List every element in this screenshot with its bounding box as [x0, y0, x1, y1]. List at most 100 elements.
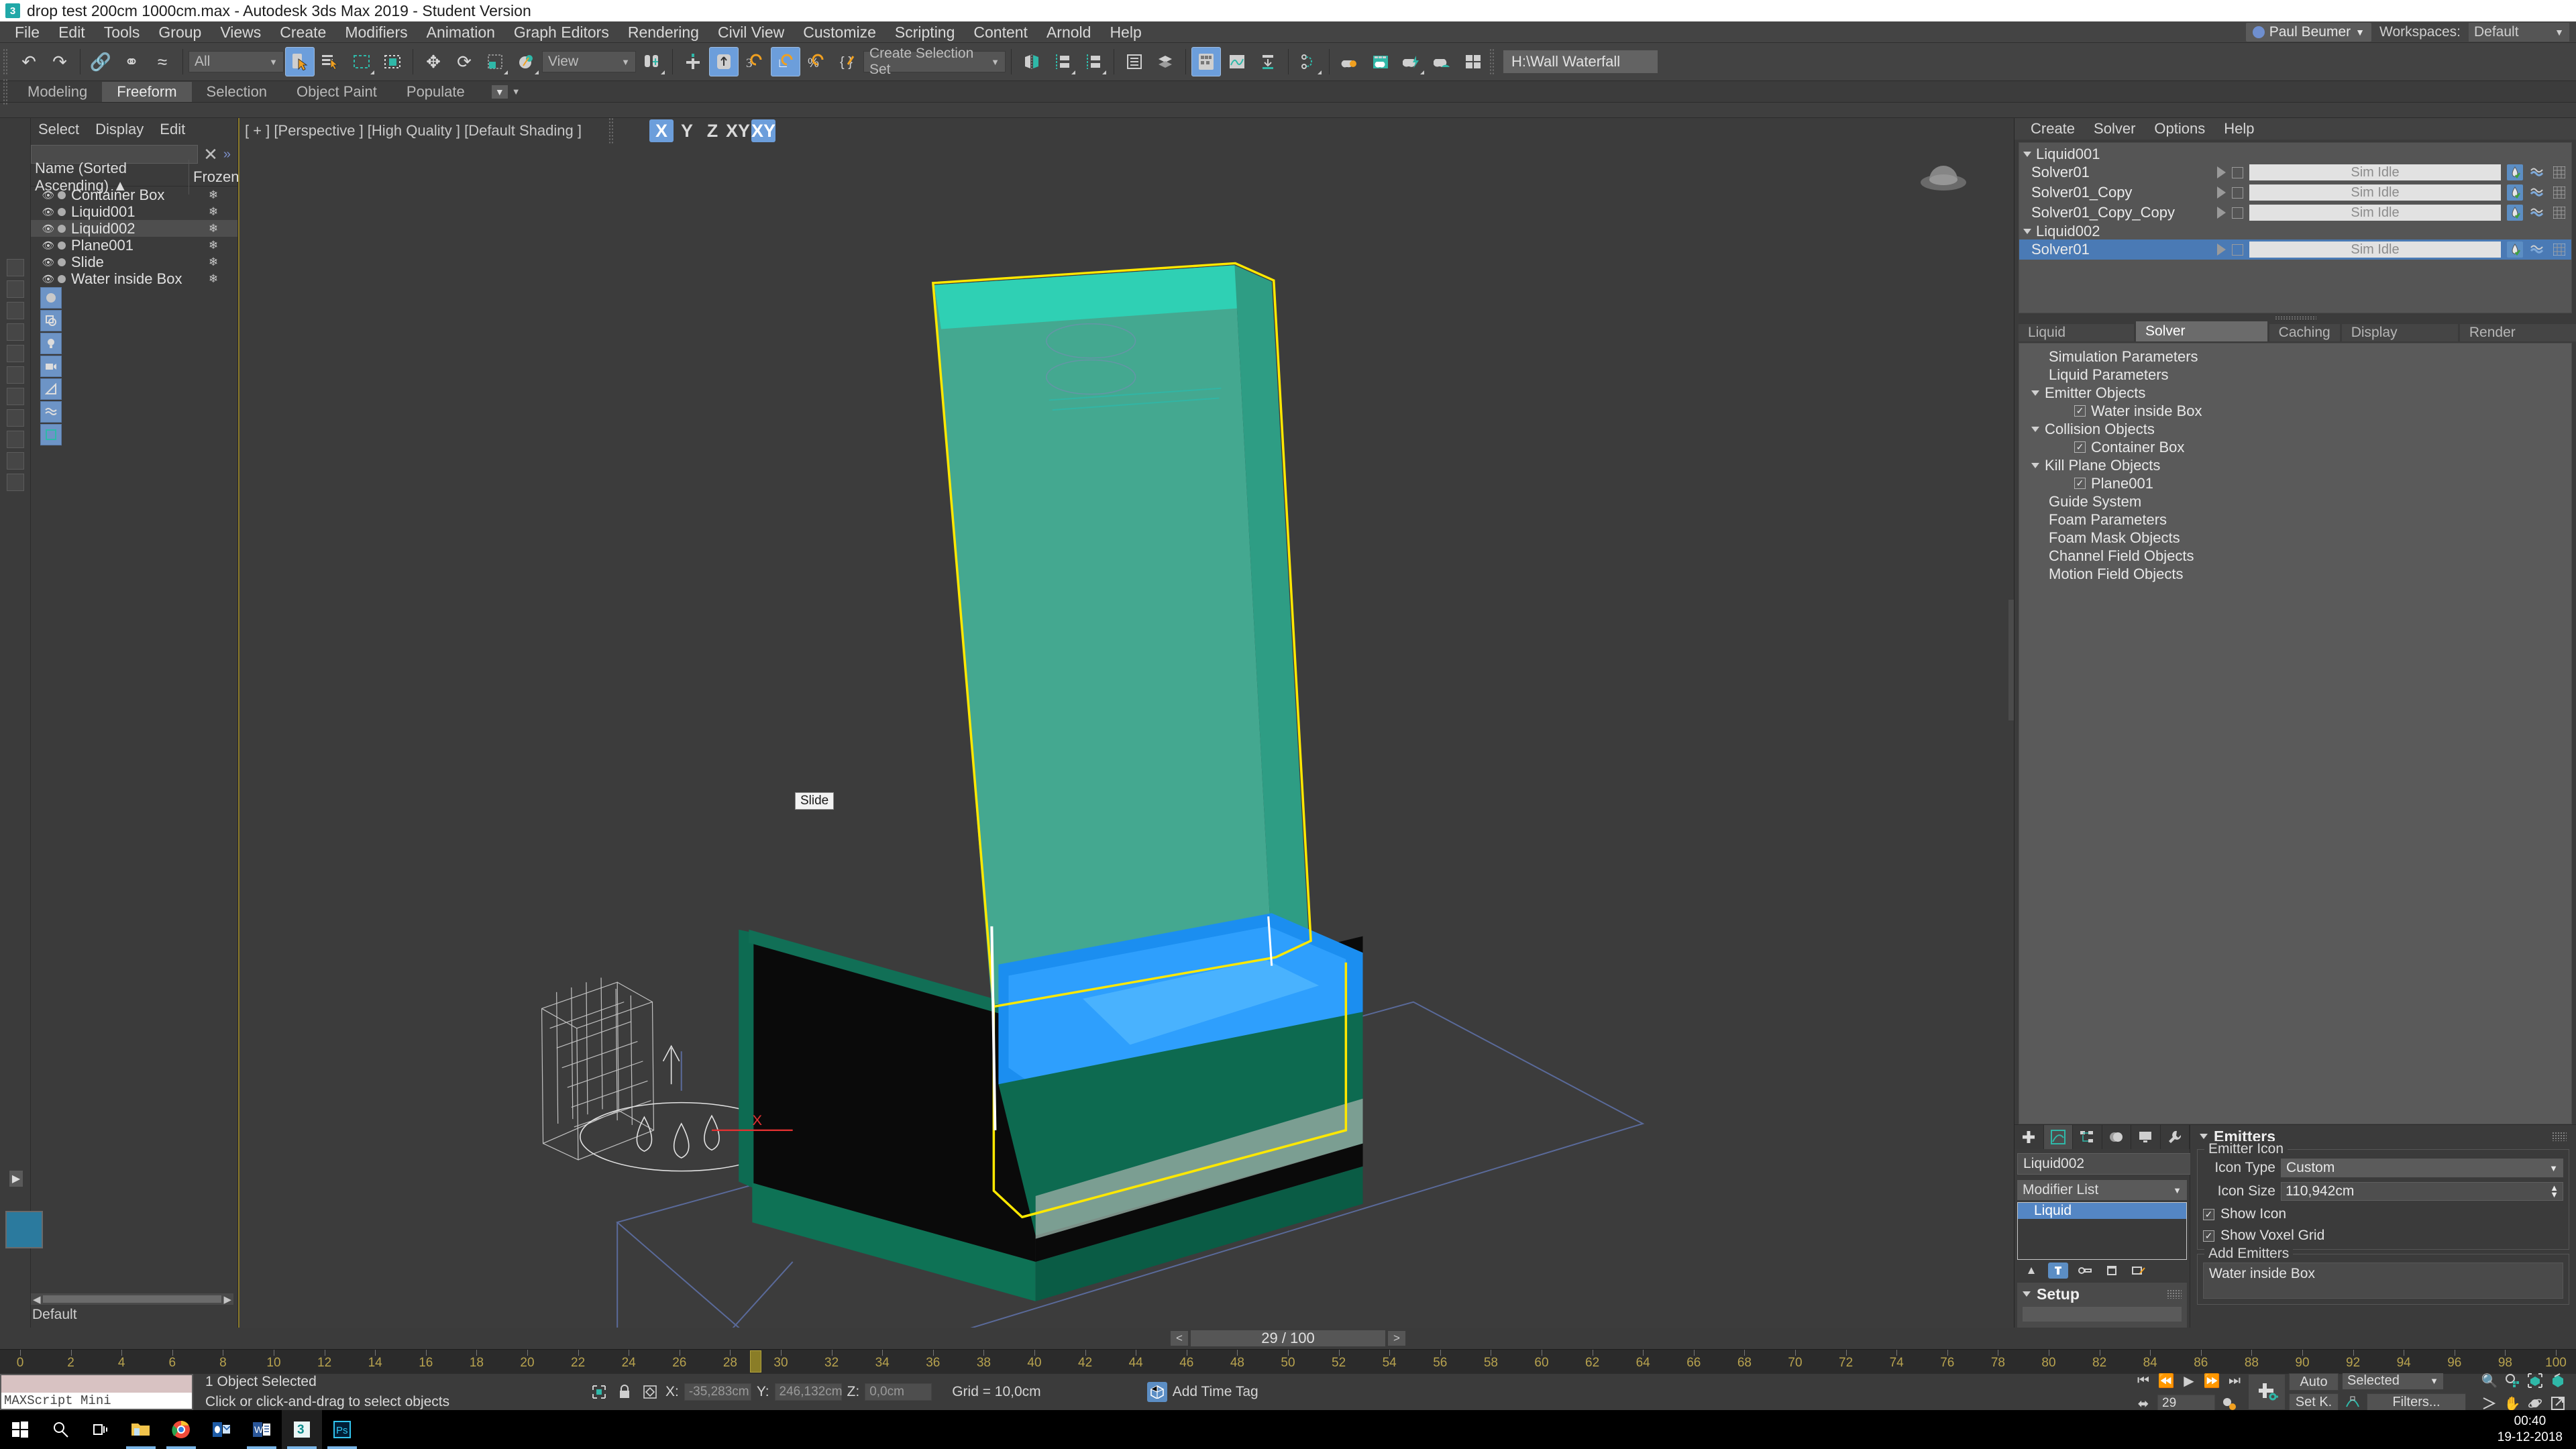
- render-frame-window-icon[interactable]: [1458, 47, 1488, 76]
- panel-splitter[interactable]: [2015, 313, 2576, 321]
- rail-icon-4[interactable]: [6, 323, 24, 341]
- 3dsmax-icon[interactable]: 3: [282, 1410, 322, 1449]
- solver-checkbox[interactable]: [2232, 166, 2243, 178]
- add-time-tag-label[interactable]: Add Time Tag: [1173, 1384, 1258, 1400]
- menu-views[interactable]: Views: [211, 21, 270, 43]
- frame-readout[interactable]: 29 / 100: [1191, 1330, 1385, 1346]
- rollout-grip-icon[interactable]: [2167, 1289, 2182, 1299]
- zoom-extents-all-icon[interactable]: [2548, 1371, 2568, 1391]
- absolute-relative-transform-icon[interactable]: [640, 1382, 660, 1402]
- redo-icon[interactable]: ↷: [45, 47, 74, 76]
- phoenix-menu-options[interactable]: Options: [2145, 118, 2214, 140]
- list-item[interactable]: 👁 Liquid002 ❄: [31, 220, 237, 237]
- search-icon[interactable]: [40, 1410, 80, 1449]
- render-toggle-icon[interactable]: [58, 274, 66, 283]
- tree-item-guide-system[interactable]: Guide System: [2019, 492, 2571, 511]
- list-item[interactable]: 👁 Liquid001 ❄: [31, 203, 237, 220]
- render-in-cloud-icon[interactable]: [1428, 47, 1457, 76]
- icon-type-select[interactable]: Custom ▼: [2281, 1159, 2563, 1177]
- maxscript-input-area[interactable]: MAXScript Mini: [1, 1393, 192, 1409]
- tree-item-container-box[interactable]: ✓ Container Box: [2019, 438, 2571, 456]
- menu-content[interactable]: Content: [964, 21, 1037, 43]
- tree-item-plane001[interactable]: ✓ Plane001: [2019, 474, 2571, 492]
- render-toggle-icon[interactable]: [58, 191, 66, 199]
- filter-geometry-icon[interactable]: [40, 287, 62, 309]
- eye-icon[interactable]: 👁: [42, 206, 55, 218]
- render-iterative-icon[interactable]: [1397, 47, 1426, 76]
- show-end-result-icon[interactable]: [2048, 1263, 2068, 1279]
- menu-edit[interactable]: Edit: [49, 21, 95, 43]
- filter-shapes-icon[interactable]: [40, 310, 62, 331]
- render-production-icon[interactable]: [1366, 47, 1395, 76]
- rail-icon-5[interactable]: [6, 345, 24, 362]
- snowflake-icon[interactable]: ❄: [189, 256, 237, 269]
- maxscript-output-area[interactable]: [1, 1375, 192, 1393]
- menu-scripting[interactable]: Scripting: [885, 21, 964, 43]
- use-pivot-point-center-icon[interactable]: [637, 47, 667, 76]
- ribbon-tab-modeling[interactable]: Modeling: [13, 82, 102, 102]
- solver-row[interactable]: Solver01 Sim Idle: [2019, 162, 2571, 182]
- ribbon-tab-selection[interactable]: Selection: [192, 82, 282, 102]
- play-icon[interactable]: [2217, 186, 2226, 199]
- grid-icon[interactable]: [2551, 164, 2567, 180]
- prev-frame-button[interactable]: <: [1171, 1331, 1188, 1346]
- schematic-view-icon[interactable]: [1294, 47, 1324, 76]
- setup-rollout-header[interactable]: Setup: [2017, 1285, 2187, 1303]
- windows-start-icon[interactable]: [0, 1410, 40, 1449]
- rail-icon-6[interactable]: [6, 366, 24, 384]
- mirror-icon[interactable]: [1017, 47, 1046, 76]
- modifier-list-dropdown[interactable]: Modifier List ▼: [2017, 1180, 2187, 1200]
- grid-icon[interactable]: [2551, 205, 2567, 221]
- undo-icon[interactable]: ↶: [14, 47, 44, 76]
- default-tangent-icon[interactable]: [2343, 1392, 2363, 1412]
- tab-motion-icon[interactable]: [2102, 1125, 2131, 1149]
- checkbox-checked-icon[interactable]: ✓: [2074, 405, 2086, 417]
- material-editor-icon[interactable]: [1191, 47, 1221, 76]
- render-setup-icon[interactable]: [1253, 47, 1283, 76]
- zoom-all-icon[interactable]: [2502, 1371, 2522, 1391]
- waves-icon[interactable]: [2529, 241, 2545, 258]
- filter-lights-icon[interactable]: [40, 333, 62, 354]
- task-view-icon[interactable]: [80, 1410, 121, 1449]
- snaps-toggle-icon[interactable]: [709, 47, 739, 76]
- tab-create-icon[interactable]: [2015, 1125, 2044, 1149]
- menu-rendering[interactable]: Rendering: [619, 21, 708, 43]
- select-and-place-icon[interactable]: [511, 47, 541, 76]
- waves-icon[interactable]: [2529, 164, 2545, 180]
- ribbon-tab-populate[interactable]: Populate: [392, 82, 480, 102]
- scroll-right-icon[interactable]: ▶: [223, 1293, 231, 1305]
- eye-icon[interactable]: 👁: [42, 189, 55, 201]
- restore-simulation-icon[interactable]: [2507, 241, 2523, 258]
- rail-icon-8[interactable]: [6, 409, 24, 427]
- rollout-grip-icon[interactable]: [2552, 1132, 2567, 1141]
- scroll-thumb[interactable]: [42, 1295, 222, 1303]
- axis-xy-button[interactable]: XY: [726, 119, 750, 142]
- viewport-scrollbar[interactable]: [2008, 600, 2014, 720]
- toolbar-grip[interactable]: [3, 48, 9, 75]
- tree-item-motion-field-objects[interactable]: Motion Field Objects: [2019, 565, 2571, 583]
- set-key-icon[interactable]: [2249, 1375, 2285, 1409]
- tree-item-collision-objects[interactable]: Collision Objects: [2019, 420, 2571, 438]
- outlook-icon[interactable]: [201, 1410, 241, 1449]
- tab-caching[interactable]: Caching: [2269, 324, 2340, 341]
- add-emitters-list[interactable]: Water inside Box: [2203, 1263, 2563, 1299]
- phoenix-menu-help[interactable]: Help: [2214, 118, 2263, 140]
- chrome-icon[interactable]: [161, 1410, 201, 1449]
- previous-frame-icon[interactable]: ⏪: [2156, 1371, 2176, 1391]
- waves-icon[interactable]: [2529, 205, 2545, 221]
- make-unique-icon[interactable]: [2075, 1263, 2095, 1279]
- chevron-down-icon[interactable]: ▼: [512, 87, 521, 97]
- triangle-down-icon[interactable]: [2031, 390, 2039, 396]
- viewport-canvas[interactable]: X Slide: [239, 144, 2014, 1328]
- ribbon-minimize-icon[interactable]: ▼: [491, 85, 508, 99]
- menu-tools[interactable]: Tools: [95, 21, 150, 43]
- eye-icon[interactable]: 👁: [42, 239, 55, 252]
- eye-icon[interactable]: 👁: [42, 273, 55, 285]
- solver-group-liquid002[interactable]: Liquid002: [2019, 223, 2571, 239]
- menu-group[interactable]: Group: [149, 21, 211, 43]
- axis-xy-cycle-button[interactable]: XY: [751, 119, 775, 142]
- modifier-stack[interactable]: Liquid: [2017, 1202, 2187, 1260]
- curve-editor-icon[interactable]: [1222, 47, 1252, 76]
- waves-icon[interactable]: [2529, 184, 2545, 201]
- triangle-down-icon[interactable]: [2023, 228, 2031, 234]
